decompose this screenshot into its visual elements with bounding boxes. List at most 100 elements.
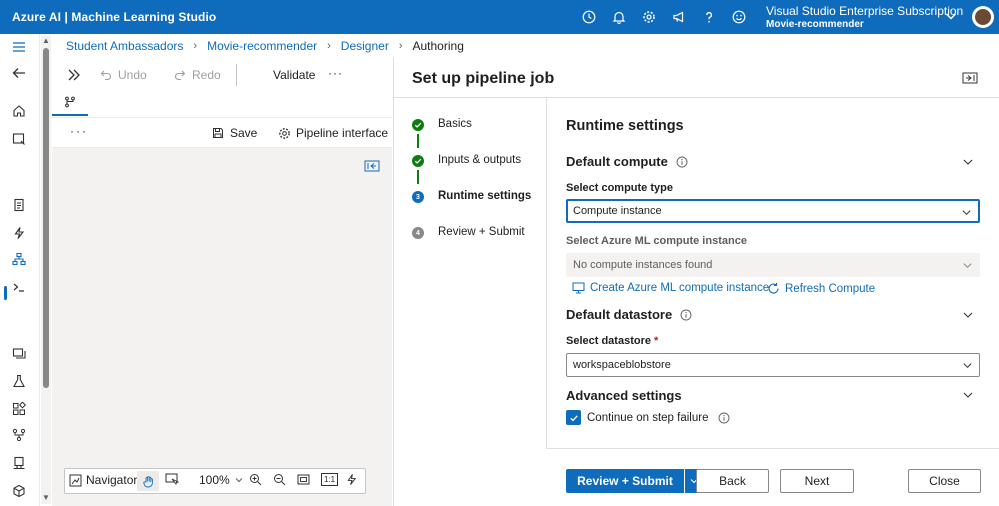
compute-instance-value: No compute instances found: [573, 259, 713, 271]
refresh-compute-link[interactable]: Refresh Compute: [767, 282, 875, 295]
info-icon[interactable]: [680, 309, 692, 321]
compute-type-dropdown[interactable]: Compute instance: [566, 199, 980, 223]
info-icon[interactable]: [676, 156, 688, 168]
navigator-button[interactable]: Navigator: [69, 473, 137, 487]
megaphone-icon[interactable]: [664, 0, 694, 34]
help-icon[interactable]: [694, 0, 724, 34]
toolbar-divider: [236, 64, 237, 86]
breadcrumb-item-student-ambassadors[interactable]: Student Ambassadors: [66, 39, 183, 53]
avatar-photo: [975, 9, 991, 25]
compute-type-value: Compute instance: [573, 205, 662, 217]
navigator-label: Navigator: [86, 473, 138, 487]
back-button[interactable]: Back: [696, 469, 769, 493]
subscription-switcher[interactable]: Visual Studio Enterprise Subscription Mo…: [766, 4, 963, 32]
environments-icon[interactable]: [10, 454, 28, 472]
form-heading: Runtime settings: [566, 118, 684, 134]
footer-divider: [546, 448, 999, 449]
auto-layout-icon[interactable]: [345, 473, 362, 486]
chevron-down-icon[interactable]: [962, 309, 974, 324]
actual-size-button[interactable]: 1:1: [321, 473, 339, 486]
step-label: Review + Submit: [438, 226, 525, 238]
undo-button[interactable]: Undo: [100, 68, 147, 82]
step-review-submit[interactable]: 4 Review + Submit: [412, 226, 525, 239]
graph-tab-icon[interactable]: [64, 96, 76, 111]
avatar[interactable]: [972, 6, 994, 28]
pipelines-icon[interactable]: [10, 426, 28, 444]
breadcrumb: Student Ambassadors › Movie-recommender …: [66, 38, 464, 54]
hamburger-icon[interactable]: [10, 38, 28, 56]
select-pointer-icon[interactable]: [165, 473, 183, 486]
section-title: Default datastore: [566, 307, 673, 322]
redo-button[interactable]: Redo: [174, 68, 221, 82]
steps-divider: [546, 98, 547, 448]
step-number-badge: 3: [412, 191, 424, 203]
default-datastore-section-header[interactable]: Default datastore: [566, 307, 692, 322]
chevron-down-icon[interactable]: [962, 389, 974, 404]
checkbox-label: Continue on step failure: [587, 411, 709, 424]
zoom-level-value: 100%: [199, 473, 230, 487]
navigator-icon: [69, 474, 82, 486]
info-icon[interactable]: [718, 412, 730, 424]
refresh-icon: [768, 283, 779, 294]
more-actions-button[interactable]: ···: [70, 124, 88, 138]
more-options-button[interactable]: ···: [328, 66, 343, 80]
validate-button[interactable]: Validate: [273, 68, 315, 82]
step-runtime-settings[interactable]: 3 Runtime settings: [412, 190, 531, 203]
breadcrumb-item-movie-recommender[interactable]: Movie-recommender: [207, 39, 317, 53]
breadcrumb-item-designer[interactable]: Designer: [341, 39, 389, 53]
gear-icon: [279, 127, 290, 139]
experiments-flask-icon[interactable]: [10, 372, 28, 390]
notebook-icon[interactable]: [10, 196, 28, 214]
step-inputs-outputs[interactable]: Inputs & outputs: [412, 154, 521, 167]
datastore-dropdown[interactable]: workspaceblobstore: [566, 353, 980, 377]
clock-icon[interactable]: [574, 0, 604, 34]
minimap-toggle-icon[interactable]: [364, 160, 380, 175]
datastore-label-text: Select datastore: [566, 335, 651, 347]
canvas-navigation-bar: Navigator 100% 1:1: [64, 468, 366, 494]
chevron-down-icon[interactable]: [962, 156, 974, 171]
compute-instance-dropdown[interactable]: No compute instances found: [566, 253, 980, 277]
scroll-up-icon[interactable]: ▲: [42, 36, 50, 45]
expand-panel-icon[interactable]: [66, 67, 82, 86]
data-labeling-icon[interactable]: [10, 344, 28, 362]
components-icon[interactable]: [10, 400, 28, 418]
back-arrow-icon[interactable]: [10, 64, 28, 82]
designer-icon[interactable]: [10, 250, 28, 268]
scrollbar-thumb[interactable]: [43, 48, 49, 388]
pan-hand-icon[interactable]: [137, 471, 159, 491]
bell-icon[interactable]: [604, 0, 634, 34]
advanced-settings-section-header[interactable]: Advanced settings: [566, 388, 682, 403]
step-basics[interactable]: Basics: [412, 118, 472, 131]
close-button[interactable]: Close: [908, 469, 981, 493]
model-catalog-icon[interactable]: [10, 130, 28, 148]
models-cube-icon[interactable]: [10, 482, 28, 500]
workspace-name: Movie-recommender: [766, 19, 864, 30]
save-button[interactable]: Save: [212, 126, 257, 140]
chevron-down-icon[interactable]: [944, 9, 958, 26]
scroll-down-icon[interactable]: ▼: [42, 493, 50, 502]
home-icon[interactable]: [10, 102, 28, 120]
panel-title: Set up pipeline job: [412, 70, 555, 87]
pipeline-interface-button[interactable]: Pipeline interface: [278, 126, 388, 140]
canvas-tab-strip: [52, 92, 392, 118]
zoom-out-icon[interactable]: [273, 473, 290, 486]
automl-icon[interactable]: [10, 224, 28, 242]
smiley-icon[interactable]: [724, 0, 754, 34]
create-compute-instance-link[interactable]: Create Azure ML compute instance: [572, 282, 769, 294]
continue-on-step-failure-checkbox[interactable]: Continue on step failure: [566, 410, 730, 425]
fit-to-screen-icon[interactable]: [297, 473, 314, 486]
prompt-flow-icon[interactable]: [10, 278, 28, 296]
gear-icon[interactable]: [634, 0, 664, 34]
checkbox-checked-icon[interactable]: [566, 410, 581, 425]
review-submit-button[interactable]: Review + Submit: [566, 469, 684, 493]
chevron-down-icon: [963, 263, 972, 269]
collapse-panel-icon[interactable]: [962, 72, 978, 87]
nav-scrollbar[interactable]: ▲ ▼: [41, 36, 51, 504]
next-button[interactable]: Next: [780, 469, 854, 493]
pipeline-canvas[interactable]: Undo Redo Validate ··· ··· Save Pipeline…: [52, 58, 392, 506]
zoom-level-dropdown[interactable]: 100%: [199, 473, 248, 487]
default-compute-section-header[interactable]: Default compute: [566, 154, 688, 169]
app-title[interactable]: Azure AI | Machine Learning Studio: [0, 10, 216, 24]
checkmark-icon: [412, 155, 424, 167]
zoom-in-icon[interactable]: [249, 473, 266, 486]
